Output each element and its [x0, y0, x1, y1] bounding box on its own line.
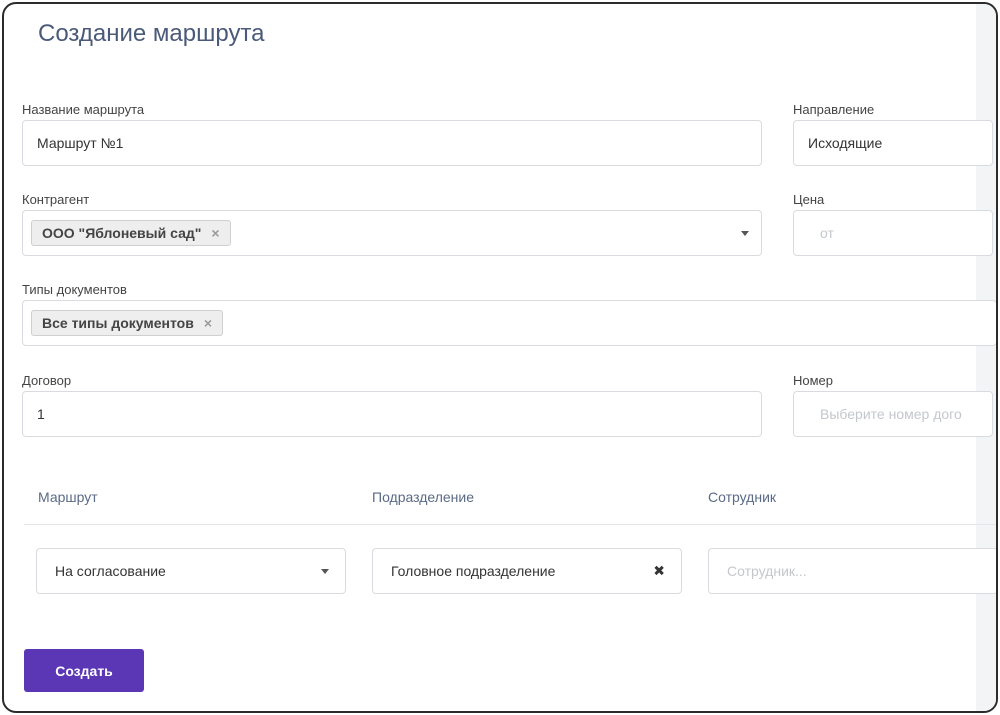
doc-types-chip-label: Все типы документов: [42, 315, 194, 331]
chip-remove-icon[interactable]: ×: [204, 315, 212, 331]
route-creation-panel: Создание маршрута Название маршрута Марш…: [2, 2, 998, 713]
counterparty-chip-label: ООО "Яблоневый сад": [42, 225, 202, 241]
doc-types-label: Типы документов: [22, 282, 127, 297]
department-select[interactable]: Головное подразделение ✖: [372, 548, 682, 594]
price-from-placeholder: от: [820, 225, 834, 241]
clear-icon[interactable]: ✖: [653, 563, 665, 580]
direction-select[interactable]: Исходящие: [793, 120, 993, 166]
number-label: Номер: [793, 373, 834, 388]
table-divider: [24, 524, 996, 525]
chip-remove-icon[interactable]: ×: [211, 225, 219, 241]
route-step-value: На согласование: [55, 563, 166, 579]
column-header-department: Подразделение: [372, 489, 475, 505]
employee-placeholder: Сотрудник...: [727, 563, 807, 579]
price-label: Цена: [793, 192, 825, 207]
number-placeholder: Выберите номер дого: [820, 406, 962, 422]
doc-types-select[interactable]: Все типы документов ×: [22, 300, 996, 346]
column-header-employee: Сотрудник: [708, 489, 777, 505]
route-name-input[interactable]: Маршрут №1: [22, 120, 762, 166]
contract-label: Договор: [22, 373, 72, 388]
employee-select[interactable]: Сотрудник...: [708, 548, 996, 594]
price-from-input[interactable]: от: [793, 210, 993, 256]
create-button[interactable]: Создать: [24, 649, 144, 692]
route-name-label: Название маршрута: [22, 102, 145, 117]
chevron-down-icon[interactable]: [321, 569, 329, 574]
counterparty-chip: ООО "Яблоневый сад" ×: [31, 220, 231, 246]
page-title: Создание маршрута: [38, 20, 265, 47]
chevron-down-icon[interactable]: [741, 231, 749, 236]
contract-input[interactable]: 1: [22, 391, 762, 437]
department-value: Головное подразделение: [391, 563, 556, 579]
direction-value: Исходящие: [808, 135, 883, 151]
direction-label: Направление: [793, 102, 875, 117]
column-header-route: Маршрут: [38, 489, 98, 505]
route-name-value: Маршрут №1: [37, 135, 124, 151]
route-step-select[interactable]: На согласование: [36, 548, 346, 594]
number-select[interactable]: Выберите номер дого: [793, 391, 993, 437]
scroll-area-edge: [976, 4, 996, 711]
counterparty-label: Контрагент: [22, 192, 90, 207]
doc-types-chip: Все типы документов ×: [31, 310, 223, 336]
counterparty-select[interactable]: ООО "Яблоневый сад" ×: [22, 210, 762, 256]
contract-value: 1: [37, 406, 45, 422]
